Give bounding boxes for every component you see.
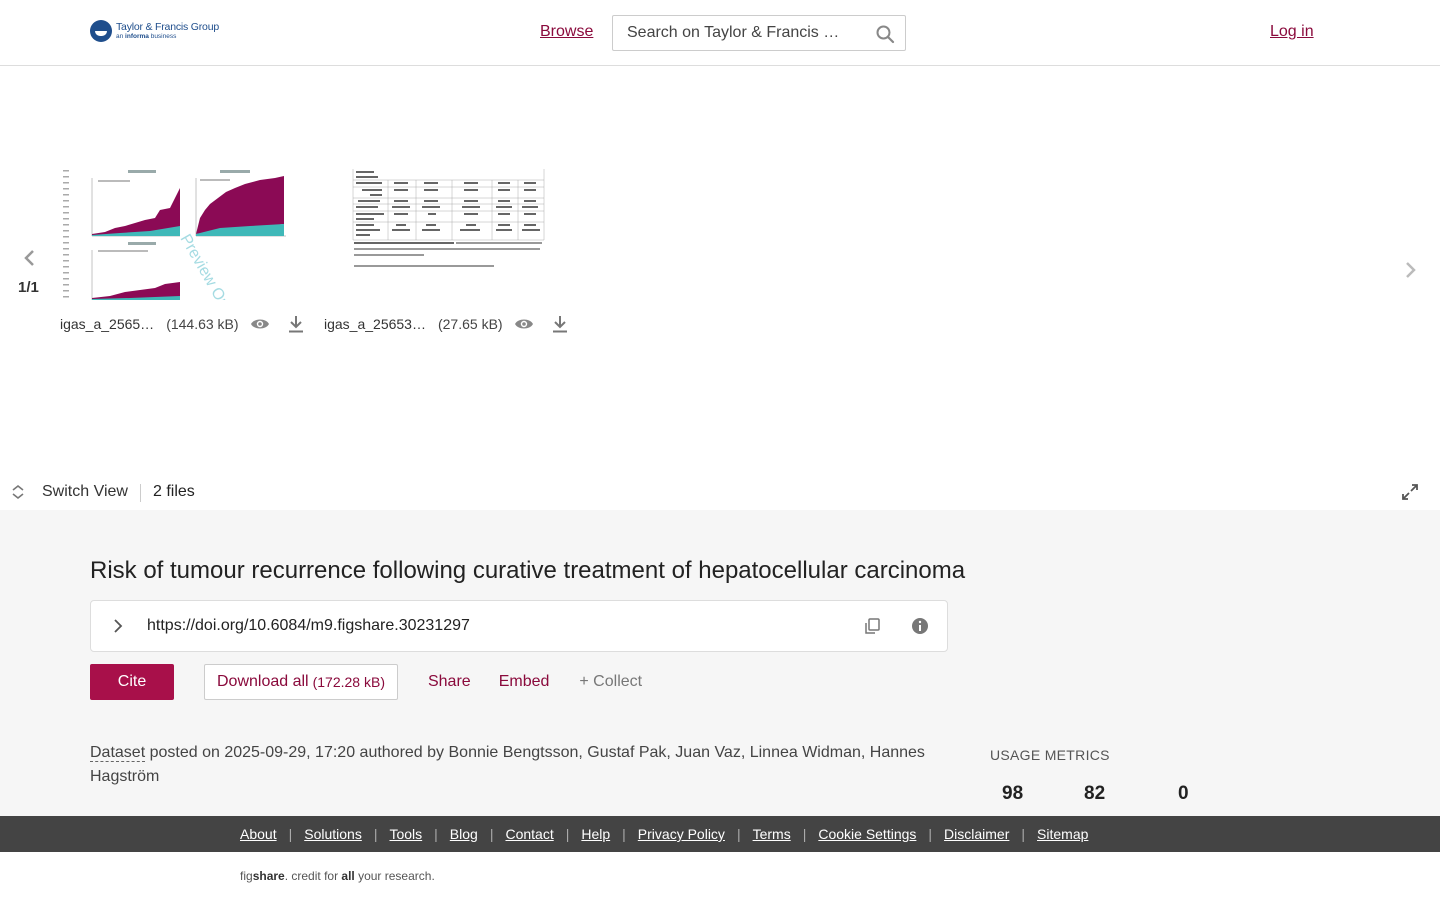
footer-link-terms[interactable]: Terms xyxy=(753,826,791,842)
preview-eye-icon[interactable] xyxy=(513,315,535,333)
preview-eye-icon[interactable] xyxy=(249,315,271,333)
footer-link-disclaimer[interactable]: Disclaimer xyxy=(944,826,1009,842)
file-entry-1: igas_a_2565… (144.63 kB) xyxy=(60,314,307,334)
viewer-toolbar: Switch View 2 files xyxy=(0,474,1440,510)
footer-link-solutions[interactable]: Solutions xyxy=(304,826,362,842)
embed-button[interactable]: Embed xyxy=(499,673,550,691)
footer-links: About | Solutions | Tools | Blog | Contact | … xyxy=(240,826,1089,842)
download-icon[interactable] xyxy=(549,315,571,333)
footer-link-cookie-settings[interactable]: Cookie Settings xyxy=(818,826,916,842)
item-type-label[interactable]: Dataset xyxy=(90,744,146,762)
usage-metric-value: 82 xyxy=(1084,783,1106,804)
taylor-francis-logo[interactable]: Taylor & Francis Group an informa busine… xyxy=(90,20,219,42)
page-counter: 1/1 xyxy=(18,279,39,296)
footer-link-contact[interactable]: Contact xyxy=(505,826,553,842)
page-title: Risk of tumour recurrence following cura… xyxy=(90,557,966,584)
cite-button[interactable]: Cite xyxy=(90,664,174,700)
item-details-panel: Risk of tumour recurrence following cura… xyxy=(0,510,1440,816)
collect-button[interactable]: + Collect xyxy=(579,673,642,691)
download-all-label: Download all xyxy=(217,673,309,690)
doi-link[interactable]: https://doi.org/10.6084/m9.figshare.3023… xyxy=(147,617,470,635)
share-button[interactable]: Share xyxy=(428,673,471,691)
figshare-credit: figshare. credit for all your research. xyxy=(240,869,435,883)
item-actions: Cite Download all (172.28 kB) Share Embe… xyxy=(90,664,642,700)
search-input[interactable] xyxy=(613,24,843,42)
fullscreen-expand-icon[interactable] xyxy=(1401,483,1419,501)
footer-link-privacy-policy[interactable]: Privacy Policy xyxy=(638,826,725,842)
info-icon[interactable] xyxy=(911,617,929,635)
browse-link[interactable]: Browse xyxy=(540,23,593,41)
search-icon[interactable] xyxy=(875,24,895,44)
footer-link-blog[interactable]: Blog xyxy=(450,826,478,842)
preview-watermark: Preview Only xyxy=(177,232,239,301)
logo-name: Taylor & Francis Group xyxy=(116,20,219,33)
file-preview-thumbnail-2[interactable] xyxy=(352,168,548,278)
chart-preview-image: Preview Only xyxy=(63,170,286,301)
footer-link-help[interactable]: Help xyxy=(581,826,610,842)
file-preview-thumbnail-1[interactable]: Preview Only xyxy=(60,168,295,300)
usage-metric-value: 0 xyxy=(1178,783,1189,804)
file-size: (144.63 kB) xyxy=(166,316,239,332)
login-link[interactable]: Log in xyxy=(1270,23,1314,41)
logo-tagline: an informa business xyxy=(116,33,177,40)
usage-metric-value: 98 xyxy=(1002,783,1024,804)
files-count: 2 files xyxy=(153,483,195,500)
file-size: (27.65 kB) xyxy=(437,316,503,332)
divider xyxy=(140,484,141,502)
switch-view-button[interactable]: Switch View xyxy=(42,483,128,501)
search-box xyxy=(612,15,906,51)
chevron-right-icon[interactable] xyxy=(109,617,127,635)
file-name[interactable]: igas_a_2565… xyxy=(60,316,154,332)
footer-link-about[interactable]: About xyxy=(240,826,277,842)
usage-metrics-heading: USAGE METRICS xyxy=(990,747,1110,763)
footer-link-sitemap[interactable]: Sitemap xyxy=(1037,826,1088,842)
download-all-size: (172.28 kB) xyxy=(312,674,385,690)
file-entry-2: igas_a_25653… (27.65 kB) xyxy=(324,314,571,334)
item-metadata: Dataset posted on 2025-09-29, 17:20 auth… xyxy=(90,741,940,789)
copy-icon[interactable] xyxy=(863,617,881,635)
download-icon[interactable] xyxy=(285,315,307,333)
footer-link-tools[interactable]: Tools xyxy=(389,826,422,842)
doi-box: https://doi.org/10.6084/m9.figshare.3023… xyxy=(90,600,948,652)
site-footer: About | Solutions | Tools | Blog | Contact | … xyxy=(0,816,1440,852)
file-name[interactable]: igas_a_25653… xyxy=(324,316,426,332)
previous-page-icon[interactable] xyxy=(20,248,40,268)
site-header: Taylor & Francis Group an informa busine… xyxy=(0,0,1440,66)
table-preview-image xyxy=(352,169,545,267)
download-all-button[interactable]: Download all (172.28 kB) xyxy=(204,664,398,700)
logo-emblem-icon xyxy=(90,20,112,42)
posted-authors-text: posted on 2025-09-29, 17:20 authored by … xyxy=(90,744,925,785)
next-page-icon[interactable] xyxy=(1400,260,1420,280)
switch-view-icon[interactable] xyxy=(10,484,26,500)
